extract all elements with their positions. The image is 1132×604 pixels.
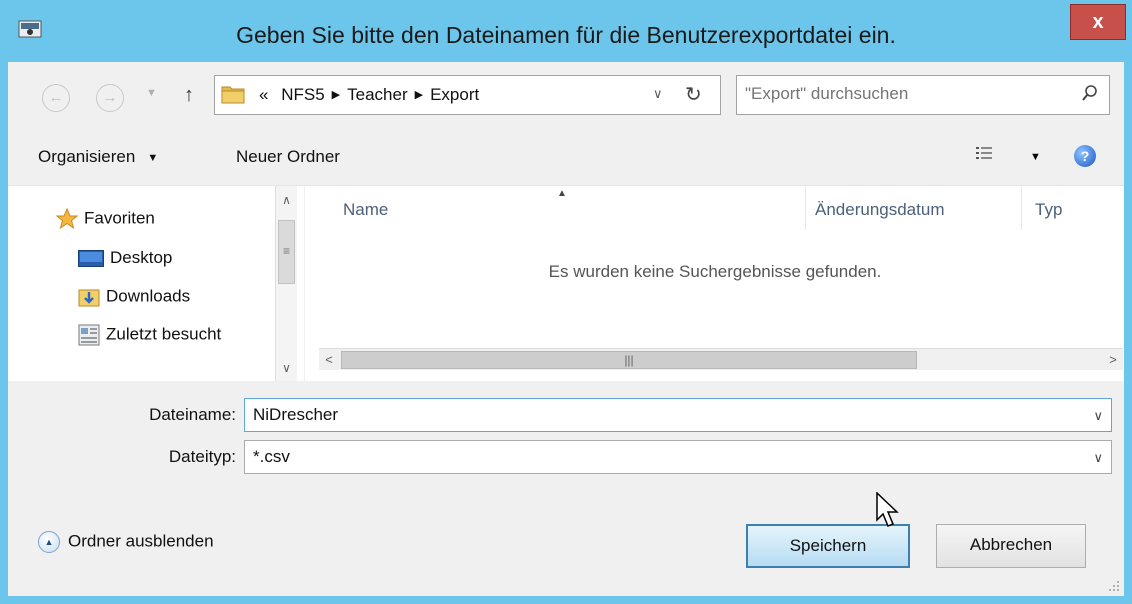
refresh-icon[interactable]: ↻: [685, 82, 702, 107]
view-options-icon[interactable]: [976, 146, 992, 162]
window-title: Geben Sie bitte den Dateinamen für die B…: [236, 22, 896, 48]
nav-favorites[interactable]: Favoriten: [56, 208, 155, 230]
column-header-modified[interactable]: Änderungsdatum: [815, 200, 944, 220]
filename-field[interactable]: [253, 405, 1053, 425]
nav-item-label: Downloads: [106, 286, 191, 306]
column-divider[interactable]: [805, 186, 806, 230]
file-list-horizontal-scrollbar[interactable]: < ||| >: [319, 348, 1123, 370]
chevron-down-icon[interactable]: ∨: [1093, 408, 1103, 424]
column-header-name[interactable]: Name: [343, 200, 388, 220]
scroll-thumb[interactable]: ≡: [278, 220, 295, 284]
scroll-up-icon[interactable]: ∧: [276, 190, 297, 210]
search-box[interactable]: [736, 75, 1110, 115]
hide-folders-toggle[interactable]: ▲ Ordner ausblenden: [38, 531, 214, 553]
nav-item-label: Desktop: [110, 248, 173, 267]
mouse-cursor-icon: [876, 492, 899, 527]
folder-icon: [221, 86, 245, 104]
breadcrumb: « NFS5 ▶ Teacher ▶ Export: [259, 85, 479, 105]
close-button[interactable]: x: [1070, 4, 1126, 40]
breadcrumb-overflow[interactable]: «: [259, 85, 268, 104]
address-dropdown-icon[interactable]: ∨: [653, 86, 663, 102]
sort-ascending-icon: ▲: [557, 188, 567, 199]
star-icon: [56, 208, 78, 230]
filetype-select[interactable]: *.csv ∨: [244, 440, 1112, 474]
column-divider[interactable]: [1021, 186, 1022, 230]
search-icon[interactable]: [1081, 84, 1099, 104]
file-list: ▲ Name Änderungsdatum Typ Es wurden kein…: [304, 186, 1124, 381]
forward-arrow-icon[interactable]: →: [96, 84, 124, 112]
downloads-folder-icon: [78, 289, 100, 307]
column-header-type[interactable]: Typ: [1035, 200, 1062, 220]
save-dialog: Geben Sie bitte den Dateinamen für die B…: [0, 0, 1132, 604]
navigation-pane: Favoriten Desktop Downloads Zuletzt besu…: [8, 186, 304, 381]
nav-item-downloads[interactable]: Downloads: [78, 286, 190, 308]
search-input[interactable]: [745, 84, 1065, 104]
new-folder-button[interactable]: Neuer Ordner: [236, 147, 340, 167]
desktop-icon: [78, 249, 104, 267]
save-button[interactable]: Speichern: [746, 524, 910, 568]
filetype-value: *.csv: [253, 447, 290, 466]
view-dropdown-icon[interactable]: ▼: [1030, 151, 1041, 163]
nav-item-desktop[interactable]: Desktop: [78, 248, 172, 268]
scroll-right-icon[interactable]: >: [1103, 349, 1123, 371]
nav-item-label: Zuletzt besucht: [106, 324, 222, 344]
cancel-button[interactable]: Abbrechen: [936, 524, 1086, 568]
navigation-bar: ← → ▼ ↑ « NFS5 ▶ Teacher ▶ Export ∨ ↻: [8, 62, 1124, 126]
breadcrumb-item[interactable]: Export: [430, 85, 479, 104]
title-bar: Geben Sie bitte den Dateinamen für die B…: [0, 0, 1132, 60]
breadcrumb-item[interactable]: NFS5: [281, 85, 324, 104]
resize-grip-icon[interactable]: [1108, 580, 1120, 592]
breadcrumb-separator-icon[interactable]: ▶: [332, 89, 340, 101]
help-icon[interactable]: ?: [1074, 145, 1096, 167]
command-toolbar: Organisieren ▼ Neuer Ordner ▼ ?: [8, 126, 1124, 186]
hide-folders-label: Ordner ausblenden: [68, 531, 214, 551]
filename-combobox[interactable]: ∨: [244, 398, 1112, 432]
address-bar[interactable]: « NFS5 ▶ Teacher ▶ Export ∨ ↻: [214, 75, 721, 115]
organize-label: Organisieren: [38, 147, 136, 166]
organize-menu[interactable]: Organisieren ▼: [38, 147, 158, 167]
back-arrow-icon[interactable]: ←: [42, 84, 70, 112]
chevron-down-icon[interactable]: ∨: [1093, 450, 1103, 466]
save-form: Dateiname: ∨ Dateityp: *.csv ∨ ▲ Ordner a…: [8, 381, 1124, 596]
scroll-down-icon[interactable]: ∨: [276, 358, 297, 378]
recent-locations-chevron-icon[interactable]: ▼: [146, 87, 157, 99]
scroll-left-icon[interactable]: <: [319, 349, 339, 371]
up-arrow-icon[interactable]: ↑: [184, 84, 194, 107]
dialog-body: ← → ▼ ↑ « NFS5 ▶ Teacher ▶ Export ∨ ↻ "E…: [8, 62, 1124, 596]
nav-item-recent[interactable]: Zuletzt besucht: [78, 324, 221, 346]
nav-pane-scrollbar[interactable]: ∧ ≡ ∨: [275, 186, 297, 381]
breadcrumb-item[interactable]: Teacher: [347, 85, 407, 104]
scroll-thumb[interactable]: |||: [341, 351, 917, 369]
nav-favorites-label: Favoriten: [84, 208, 155, 228]
breadcrumb-separator-icon[interactable]: ▶: [415, 89, 423, 101]
filetype-label: Dateityp:: [168, 447, 236, 466]
chevron-down-icon: ▼: [147, 152, 159, 164]
empty-results-message: Es wurden keine Suchergebnisse gefunden.: [548, 262, 882, 281]
collapse-arrow-icon: ▲: [38, 531, 60, 553]
filename-label: Dateiname:: [149, 405, 236, 424]
recent-places-icon: [78, 324, 100, 346]
